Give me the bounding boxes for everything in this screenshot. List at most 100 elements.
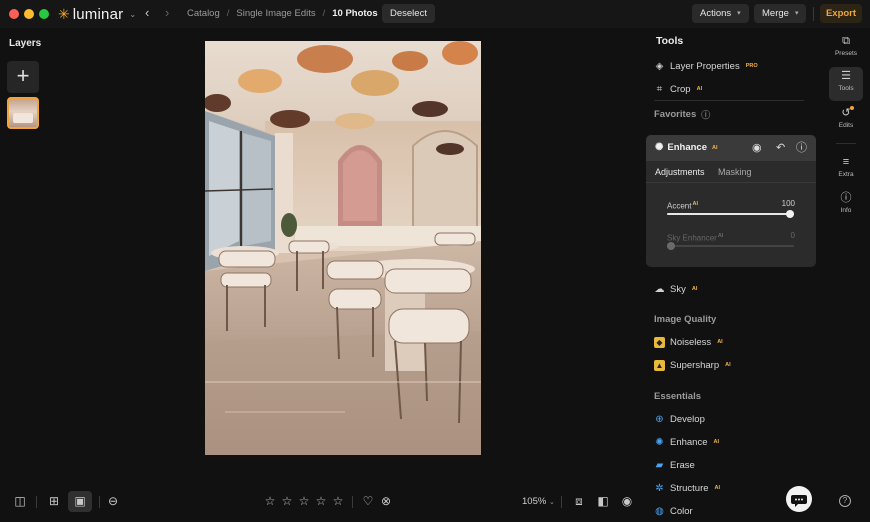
window-close-button[interactable] — [9, 9, 19, 19]
star-rating-3-icon[interactable]: ☆ — [297, 494, 311, 508]
tool-layer-properties[interactable]: ◈ Layer Properties PRO — [654, 58, 758, 74]
tab-adjustments[interactable]: Adjustments — [655, 167, 705, 177]
deselect-button[interactable]: Deselect — [382, 4, 435, 23]
color-icon: ◍ — [655, 505, 664, 517]
sky-enhancer-slider-label: Sky EnhancerAI — [667, 233, 723, 243]
tools-panel-title: Tools — [656, 35, 684, 47]
ai-badge: AI — [717, 233, 724, 239]
rail-extra[interactable]: ≡ Extra — [829, 153, 863, 187]
layers-icon: ◈ — [655, 60, 664, 72]
tool-erase[interactable]: ▰ Erase — [654, 457, 695, 473]
help-icon[interactable]: ? — [839, 495, 851, 507]
tool-develop[interactable]: ⊕ Develop — [654, 411, 705, 427]
chat-bubble-icon — [791, 495, 807, 507]
tool-sky[interactable]: ☁ Sky AI — [654, 281, 698, 297]
cloud-icon: ☁ — [654, 283, 665, 295]
more-options-icon[interactable]: ⊖ — [106, 494, 120, 508]
image-view-icon[interactable]: ▣ — [73, 494, 87, 508]
star-rating-5-icon[interactable]: ☆ — [331, 494, 345, 508]
tool-noiseless[interactable]: ◆ Noiseless AI — [654, 334, 723, 350]
rail-label: Edits — [838, 122, 854, 129]
actions-button[interactable]: Actions ▾ — [692, 4, 749, 23]
export-button[interactable]: Export — [820, 4, 862, 23]
heart-icon[interactable]: ♡ — [361, 494, 375, 508]
breadcrumb-current: 10 Photos — [332, 8, 378, 19]
star-rating-4-icon[interactable]: ☆ — [314, 494, 328, 508]
eye-icon[interactable]: ◉ — [620, 494, 634, 508]
rail-label: Info — [840, 207, 852, 214]
back-arrow-icon[interactable]: ‹ — [145, 6, 149, 20]
add-layer-button[interactable]: + — [7, 61, 39, 93]
forward-arrow-icon[interactable]: › — [165, 6, 169, 20]
toolbar-divider — [99, 496, 100, 508]
rail-tools[interactable]: ☰ Tools — [829, 67, 863, 101]
ai-badge: AI — [691, 286, 698, 292]
star-rating-2-icon[interactable]: ☆ — [280, 494, 294, 508]
tool-label: Develop — [670, 413, 705, 425]
zoom-level[interactable]: 105% ⌄ — [522, 496, 555, 507]
chat-assistant-button[interactable] — [786, 486, 812, 512]
sky-enhancer-slider — [667, 242, 794, 250]
reject-icon[interactable]: ⊗ — [379, 494, 393, 508]
tab-masking[interactable]: Masking — [718, 167, 752, 177]
before-after-icon[interactable]: ⧈ — [572, 494, 586, 508]
breadcrumb: Catalog / Single Image Edits / 10 Photos — [187, 8, 378, 19]
enhance-card-header[interactable]: ✺ Enhance AI ◉ ↶ ⓘ — [646, 135, 816, 161]
accent-slider[interactable] — [667, 210, 794, 218]
breadcrumb-single-image-edits[interactable]: Single Image Edits — [236, 8, 315, 19]
window-minimize-button[interactable] — [24, 9, 34, 19]
tool-supersharp[interactable]: ▲ Supersharp AI — [654, 357, 731, 373]
reset-icon[interactable]: ↶ — [776, 142, 785, 154]
sliders-icon: ☰ — [841, 70, 851, 82]
accent-slider-handle[interactable] — [786, 210, 794, 218]
essentials-section-label: Essentials — [654, 391, 701, 402]
toolbar-divider — [36, 496, 37, 508]
enhance-card-title: ✺ Enhance AI — [655, 142, 718, 153]
enhance-tool-card: ✺ Enhance AI ◉ ↶ ⓘ Adjustments Masking A… — [646, 135, 816, 267]
plus-icon: + — [16, 63, 30, 88]
layer-thumbnail[interactable] — [7, 97, 39, 129]
favorites-section[interactable]: Favorites ⓘ — [654, 108, 710, 121]
sky-enhancer-slider-value: 0 — [790, 231, 795, 240]
accent-slider-fill — [667, 213, 794, 215]
enhance-title-label: Enhance — [667, 142, 707, 153]
sidebar-toggle-icon[interactable]: ◫ — [13, 494, 27, 508]
ai-badge: AI — [714, 485, 721, 491]
accent-slider-value[interactable]: 100 — [782, 199, 795, 208]
compare-split-icon[interactable]: ◧ — [596, 494, 610, 508]
rail-edits[interactable]: ↺ Edits — [829, 104, 863, 138]
tool-label: Color — [670, 505, 693, 517]
breadcrumb-catalog[interactable]: Catalog — [187, 8, 220, 19]
structure-icon: ✲ — [655, 482, 664, 494]
eye-icon[interactable]: ◉ — [752, 142, 762, 154]
tool-color[interactable]: ◍ Color — [654, 503, 693, 519]
grid-view-icon[interactable]: ⊞ — [47, 494, 61, 508]
sparkle-icon: ✺ — [655, 142, 664, 153]
ai-badge: AI — [692, 201, 698, 207]
crop-icon: ⌗ — [656, 83, 663, 95]
rail-label: Presets — [834, 50, 858, 57]
layers-title: Layers — [9, 38, 42, 49]
tool-crop[interactable]: ⌗ Crop AI — [654, 81, 702, 97]
info-icon[interactable]: ⓘ — [796, 142, 807, 154]
star-rating-1-icon[interactable]: ☆ — [263, 494, 277, 508]
rail-info[interactable]: ⓘ Info — [829, 189, 863, 223]
window-zoom-button[interactable] — [39, 9, 49, 19]
merge-button[interactable]: Merge ▾ — [754, 4, 807, 23]
info-icon[interactable]: ⓘ — [701, 108, 710, 121]
header-divider — [813, 7, 814, 21]
restaurant-photo — [205, 41, 481, 455]
toolbar-divider — [352, 496, 353, 508]
list-icon: ≡ — [842, 156, 850, 168]
tool-enhance[interactable]: ✺ Enhance AI — [654, 434, 719, 450]
chevron-down-icon: ▾ — [794, 10, 799, 17]
photo-canvas[interactable] — [205, 41, 481, 455]
tool-structure[interactable]: ✲ Structure AI — [654, 480, 720, 496]
app-logo-menu[interactable]: ✳ luminar ⌄ — [58, 5, 136, 23]
accent-label: Accent — [667, 201, 692, 211]
rail-label: Extra — [838, 171, 854, 178]
chevron-down-icon: ⌄ — [548, 499, 555, 506]
tool-label: Noiseless — [670, 336, 712, 348]
rail-presets[interactable]: ⧉ Presets — [829, 32, 863, 66]
develop-icon: ⊕ — [655, 413, 664, 425]
